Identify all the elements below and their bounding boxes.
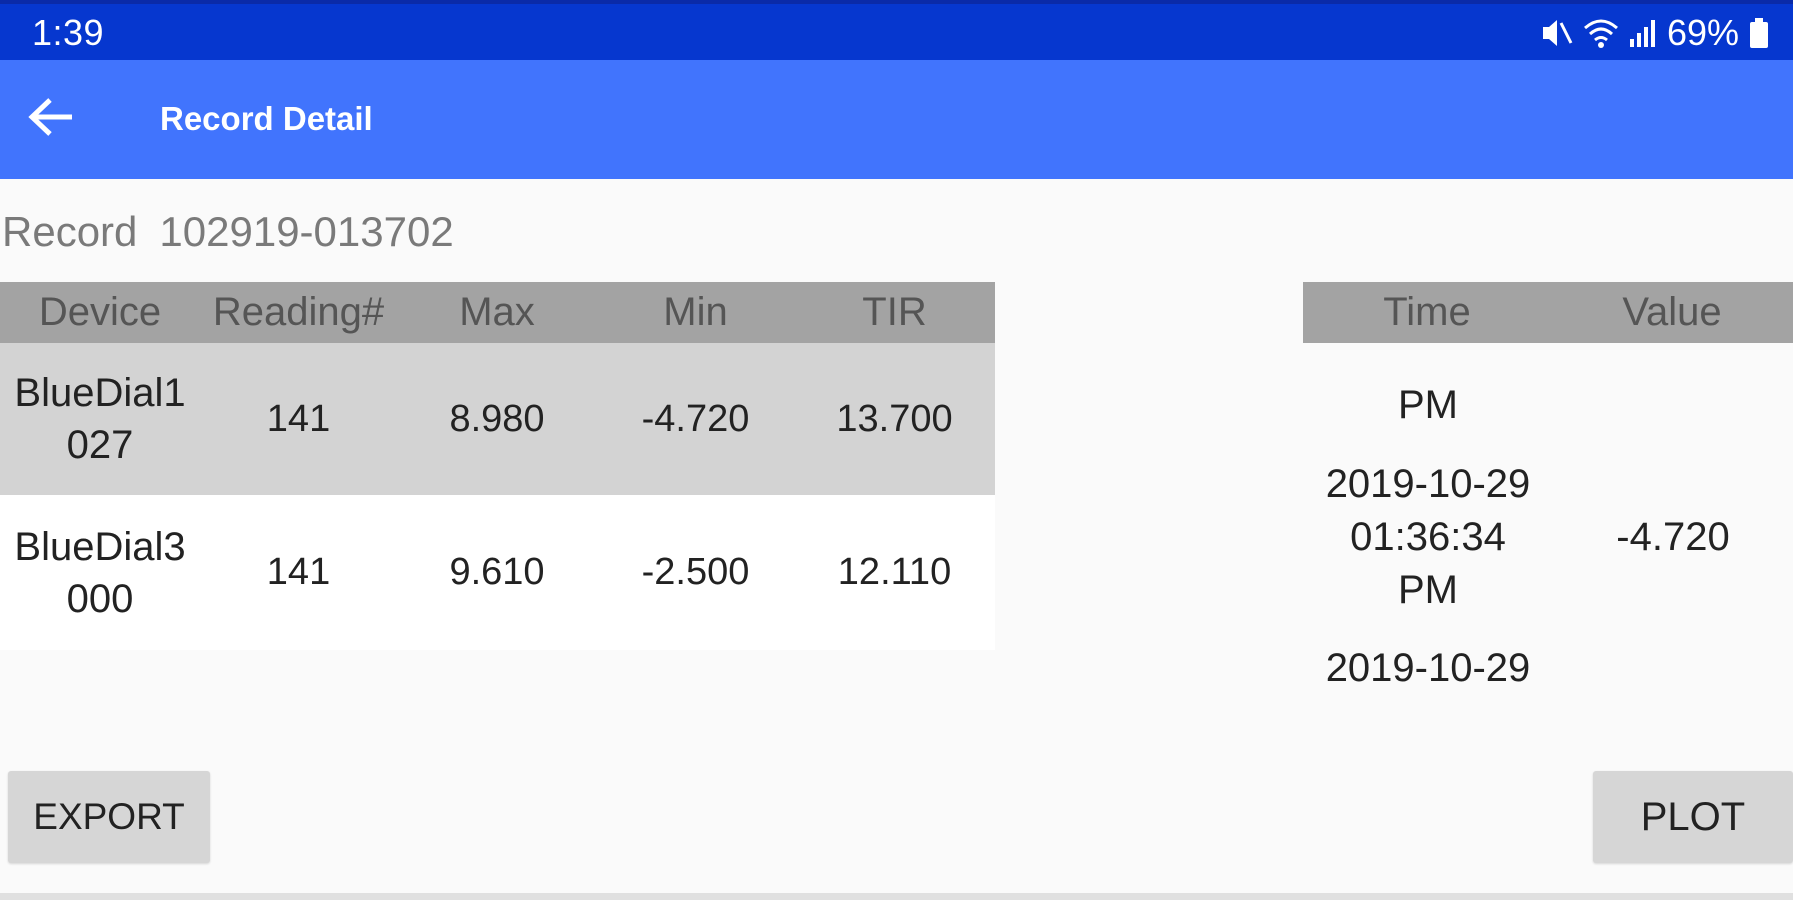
device-name-line2: 000 bbox=[66, 576, 134, 621]
device-table: Device Reading# Max Min TIR BlueDial1 02… bbox=[0, 282, 995, 650]
status-time: 1:39 bbox=[32, 12, 105, 53]
device-table-header: Device Reading# Max Min TIR bbox=[0, 282, 995, 343]
readings-list[interactable]: Time Value PM 2019-10-29 01:36:34 PM -4.… bbox=[1303, 282, 1793, 737]
battery-icon bbox=[1749, 17, 1769, 49]
header-reading: Reading# bbox=[212, 290, 385, 334]
device-cell: BlueDial3 000 bbox=[0, 521, 200, 625]
time-date: 2019-10-29 bbox=[1325, 461, 1531, 506]
tir-cell: 12.110 bbox=[837, 551, 952, 593]
plot-button[interactable]: PLOT bbox=[1593, 771, 1793, 863]
device-cell: BlueDial1 027 bbox=[0, 367, 200, 471]
time-clock: 01:36:34 bbox=[1350, 514, 1506, 559]
header-value: Value bbox=[1622, 290, 1722, 334]
min-cell: -4.720 bbox=[641, 397, 750, 440]
record-id: 102919-013702 bbox=[159, 208, 454, 255]
back-button[interactable] bbox=[18, 86, 84, 152]
min-cell: -2.500 bbox=[641, 551, 750, 593]
value-cell: -4.720 bbox=[1616, 514, 1730, 559]
device-name-line1: BlueDial1 bbox=[14, 371, 186, 415]
header-device: Device bbox=[38, 290, 162, 334]
header-min: Min bbox=[663, 290, 728, 334]
arrow-left-icon bbox=[28, 97, 74, 142]
time-cell: 2019-10-29 bbox=[1303, 642, 1553, 695]
header-tir: TIR bbox=[862, 290, 927, 334]
reading-cell: 141 bbox=[266, 397, 331, 440]
readings-table-header: Time Value bbox=[1303, 282, 1793, 343]
readings-scroll-content: PM 2019-10-29 01:36:34 PM -4.720 2019-10… bbox=[1303, 322, 1793, 737]
tir-cell: 13.700 bbox=[836, 397, 953, 440]
status-icons: 69% bbox=[1539, 12, 1769, 54]
time-ampm: PM bbox=[1398, 567, 1458, 612]
wifi-icon bbox=[1583, 17, 1619, 49]
app-bar: Record Detail bbox=[0, 60, 1793, 179]
record-label: Record bbox=[2, 208, 138, 255]
battery-percent: 69% bbox=[1666, 12, 1739, 53]
device-name-line1: BlueDial3 bbox=[14, 524, 186, 569]
bottom-divider bbox=[0, 893, 1793, 900]
header-time: Time bbox=[1383, 290, 1471, 334]
device-name-line2: 027 bbox=[66, 423, 134, 467]
status-bar: 1:39 69% bbox=[0, 0, 1793, 60]
table-row[interactable]: BlueDial1 027 141 8.980 -4.720 13.700 bbox=[0, 343, 995, 495]
max-cell: 8.980 bbox=[449, 397, 545, 440]
header-max: Max bbox=[459, 290, 535, 334]
reading-cell: 141 bbox=[266, 551, 331, 593]
export-button[interactable]: EXPORT bbox=[8, 771, 210, 863]
table-row[interactable]: BlueDial3 000 141 9.610 -2.500 12.110 bbox=[0, 495, 995, 650]
list-clip-edge bbox=[1303, 730, 1793, 737]
record-header: Record 102919-013702 bbox=[2, 208, 454, 256]
list-item[interactable]: 2019-10-29 bbox=[1303, 642, 1793, 737]
mute-icon bbox=[1539, 17, 1573, 49]
time-cell: 2019-10-29 01:36:34 PM bbox=[1303, 458, 1553, 617]
page-title: Record Detail bbox=[160, 100, 373, 137]
list-item[interactable]: 2019-10-29 01:36:34 PM -4.720 bbox=[1303, 432, 1793, 642]
max-cell: 9.610 bbox=[449, 551, 545, 593]
time-cell: PM bbox=[1398, 383, 1458, 427]
time-date: 2019-10-29 bbox=[1325, 646, 1531, 690]
signal-icon bbox=[1629, 17, 1657, 49]
